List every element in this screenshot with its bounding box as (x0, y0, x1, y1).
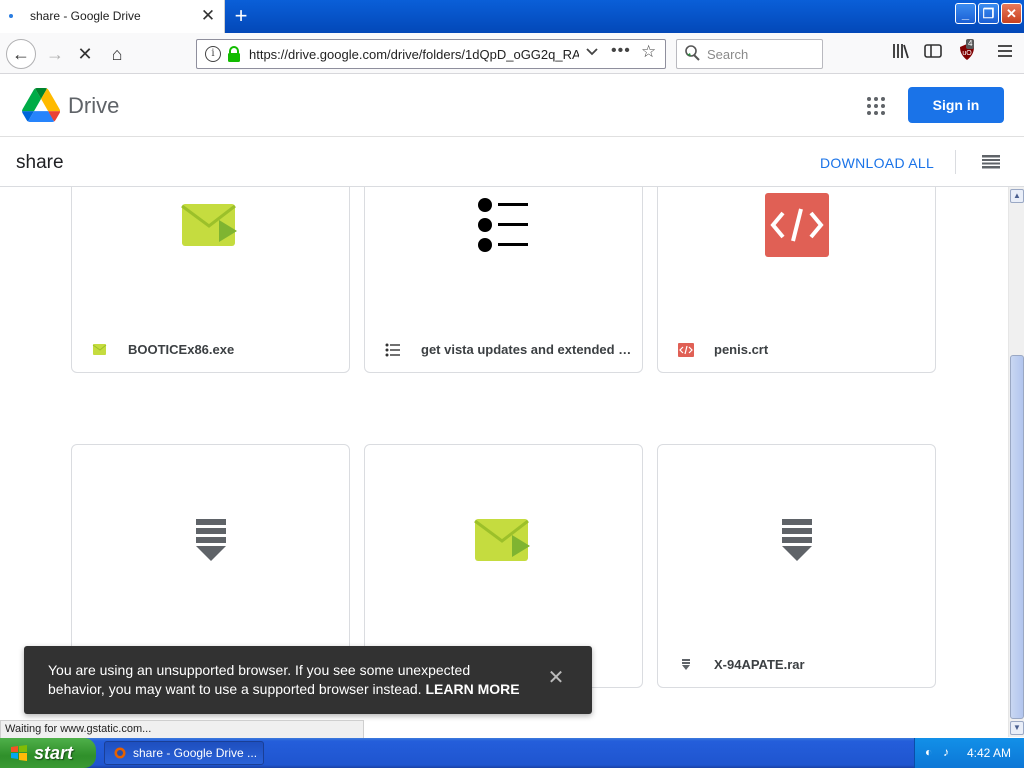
taskbar-window-title: share - Google Drive ... (133, 746, 258, 760)
file-card[interactable]: X-94APATE.rar (657, 444, 936, 688)
vertical-scrollbar[interactable]: ▲ ▼ (1008, 187, 1024, 737)
loading-dot-icon (9, 14, 13, 18)
bookmark-star-icon[interactable]: ☆ (641, 42, 656, 62)
stop-button[interactable]: ✕ (72, 41, 98, 67)
site-info-icon[interactable]: i (205, 46, 221, 62)
file-name: X-94APATE.rar (714, 657, 805, 672)
page-actions-icon[interactable]: ••• (611, 42, 631, 60)
file-name: get vista updates and extended kernel (421, 342, 635, 357)
google-apps-grid-icon[interactable] (866, 96, 886, 116)
file-preview (72, 445, 349, 635)
ublock-shield-icon[interactable]: uO 4 (956, 39, 978, 65)
tab-title: share - Google Drive (30, 9, 141, 23)
back-button[interactable]: ← (6, 39, 36, 69)
toast-text: You are using an unsupported browser. If… (48, 662, 471, 697)
learn-more-link[interactable]: LEARN MORE (425, 681, 519, 697)
firefox-icon (114, 747, 126, 759)
list-icon (385, 343, 400, 357)
volume-icon[interactable]: ♪ (943, 745, 949, 759)
scrollbar-thumb[interactable] (1010, 355, 1024, 719)
scroll-down-arrow-icon[interactable]: ▼ (1010, 721, 1024, 735)
system-tray: ◐ ♪ 4:42 AM (914, 738, 1024, 768)
archive-icon (195, 519, 226, 561)
svg-text:uO: uO (962, 50, 972, 57)
window-minimize-button[interactable]: _ (955, 3, 976, 24)
exe-icon (473, 519, 530, 561)
browser-status-text: Waiting for www.gstatic.com... (0, 720, 364, 738)
start-label: start (34, 743, 74, 763)
ublock-badge: 4 (966, 39, 975, 49)
tab-close-icon[interactable]: ✕ (198, 6, 218, 26)
archive-icon (682, 659, 690, 670)
file-preview (658, 187, 935, 320)
taskbar-window-button[interactable]: share - Google Drive ... (104, 741, 264, 765)
home-button[interactable]: ⌂ (104, 41, 130, 67)
file-preview (658, 445, 935, 635)
toolbar-divider (955, 150, 956, 174)
toast-message: You are using an unsupported browser. If… (48, 661, 528, 699)
file-card[interactable]: penis.crt (657, 187, 936, 373)
lock-icon (228, 46, 240, 62)
file-preview (365, 187, 642, 320)
unsupported-browser-toast: You are using an unsupported browser. If… (24, 646, 592, 714)
exe-icon (92, 344, 107, 355)
hamburger-menu-icon[interactable] (994, 43, 1016, 65)
url-text[interactable]: https://drive.google.com/drive/folders/1… (249, 47, 579, 62)
browser-tab[interactable]: share - Google Drive ✕ (0, 0, 225, 33)
exe-icon (180, 204, 237, 246)
tab-strip: share - Google Drive ✕ + _ ❐ ✕ (0, 0, 1024, 33)
chevron-down-icon[interactable] (585, 44, 599, 61)
forward-button[interactable]: → (42, 41, 68, 67)
archive-icon (781, 519, 812, 561)
search-input[interactable]: Search (676, 39, 823, 69)
window-restore-button[interactable]: ❐ (978, 3, 999, 24)
google-drive-logo-icon[interactable] (22, 88, 60, 122)
download-all-button[interactable]: DOWNLOAD ALL (820, 155, 934, 171)
drive-header: Drive Sign in (0, 74, 1024, 137)
list-icon (477, 198, 528, 252)
folder-toolbar: share DOWNLOAD ALL (0, 138, 1024, 187)
new-tab-button[interactable]: + (230, 4, 252, 28)
file-preview (72, 187, 349, 320)
url-bar[interactable]: i https://drive.google.com/drive/folders… (196, 39, 666, 69)
windows-taskbar: start share - Google Drive ... ◐ ♪ 4:42 … (0, 738, 1024, 768)
list-view-icon[interactable] (982, 155, 1000, 169)
clock[interactable]: 4:42 AM (967, 746, 1011, 760)
file-preview (365, 445, 642, 635)
sidebar-icon[interactable] (922, 43, 944, 65)
file-name: penis.crt (714, 342, 769, 357)
window-close-button[interactable]: ✕ (1001, 3, 1022, 24)
drive-app-name[interactable]: Drive (68, 93, 119, 119)
file-card[interactable]: BOOTICEx86.exe (71, 187, 350, 373)
sign-in-button[interactable]: Sign in (908, 87, 1004, 123)
scroll-up-arrow-icon[interactable]: ▲ (1010, 189, 1024, 203)
library-icon[interactable] (890, 43, 912, 65)
windows-flag-icon (11, 745, 27, 761)
file-name: BOOTICEx86.exe (128, 342, 235, 357)
search-icon (685, 45, 700, 61)
code-icon (764, 193, 829, 257)
search-placeholder: Search (707, 47, 749, 62)
navigation-toolbar: ← → ✕ ⌂ i https://drive.google.com/drive… (0, 33, 1024, 74)
file-card[interactable]: get vista updates and extended kernel (364, 187, 643, 373)
code-icon (678, 343, 694, 357)
start-button[interactable]: start (0, 738, 96, 768)
network-icon[interactable]: ◐ (925, 745, 932, 759)
folder-title: share (16, 152, 64, 173)
toast-close-icon[interactable]: ✕ (544, 666, 568, 690)
